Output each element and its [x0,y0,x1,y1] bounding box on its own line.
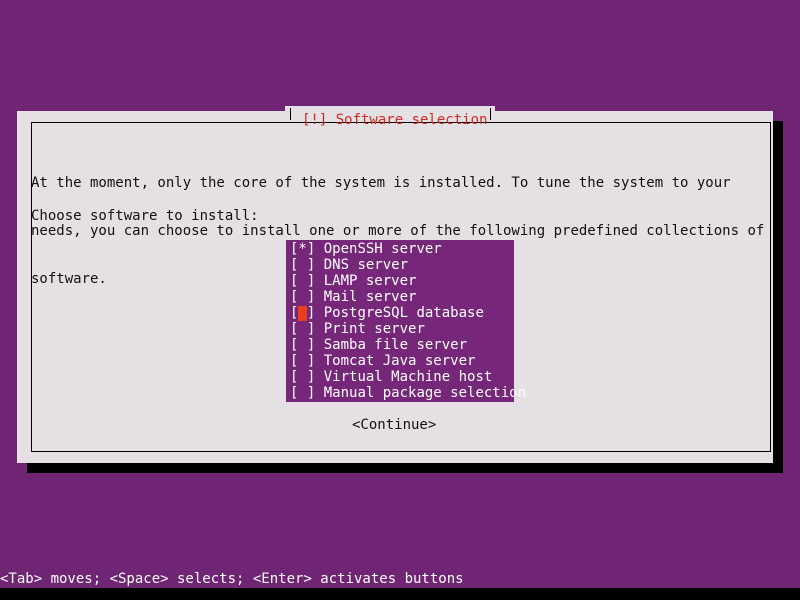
checkbox-marker[interactable]: [ ] [290,369,315,385]
checkbox-marker[interactable]: [ ] [290,353,315,369]
list-item-label: DNS server [315,257,409,273]
list-item[interactable]: [ ] Tomcat Java server [286,353,514,369]
list-item[interactable]: [ ] DNS server [286,257,514,273]
list-item-label: Virtual Machine host [315,369,493,385]
checkbox-marker[interactable]: [ ] [290,273,315,289]
checkbox-marker[interactable]: [ ] [290,385,315,401]
list-item-label: Samba file server [315,337,468,353]
list-item-label: Manual package selection [315,385,527,401]
body-line-2: needs, you can choose to install one or … [31,223,765,239]
list-item[interactable]: [ ] Manual package selection [286,385,526,401]
list-item[interactable]: [ ] Virtual Machine host [286,369,514,385]
checkbox-marker[interactable]: [ ] [290,305,315,321]
list-item-label: Print server [315,321,425,337]
cursor-block-icon [298,306,307,321]
list-item[interactable]: [ ] Mail server [286,289,514,305]
list-item-label: Mail server [315,289,417,305]
checkbox-marker[interactable]: [ ] [290,289,315,305]
screen-bottom-bar [0,588,800,600]
list-item[interactable]: [ ] Samba file server [286,337,514,353]
list-item[interactable]: [ ] Print server [286,321,514,337]
list-item-label: PostgreSQL database [315,305,484,321]
checkbox-marker[interactable]: [*] [290,241,315,257]
list-item-label: Tomcat Java server [315,353,476,369]
body-line-1: At the moment, only the core of the syst… [31,175,731,191]
list-item[interactable]: [ ] LAMP server [286,273,514,289]
installer-screen: [!] Software selection At the moment, on… [0,0,800,600]
keyboard-help-bar: <Tab> moves; <Space> selects; <Enter> ac… [0,571,800,588]
dialog-title: [!] Software selection [302,112,488,128]
dialog-title-tick-right [490,108,491,120]
choose-software-prompt: Choose software to install: [31,208,259,224]
checkbox-marker[interactable]: [ ] [290,257,315,273]
dialog-title-tick-left [290,108,291,120]
list-item-selected[interactable]: [ ] PostgreSQL database [286,305,514,321]
list-item[interactable]: [*] OpenSSH server [286,241,514,257]
checkbox-marker[interactable]: [ ] [290,337,315,353]
software-selection-list[interactable]: [*] OpenSSH server [ ] DNS server [ ] LA… [286,240,526,402]
list-item-label: OpenSSH server [315,241,442,257]
checkbox-marker[interactable]: [ ] [290,321,315,337]
continue-button[interactable]: <Continue> [352,417,436,433]
list-item-label: LAMP server [315,273,417,289]
